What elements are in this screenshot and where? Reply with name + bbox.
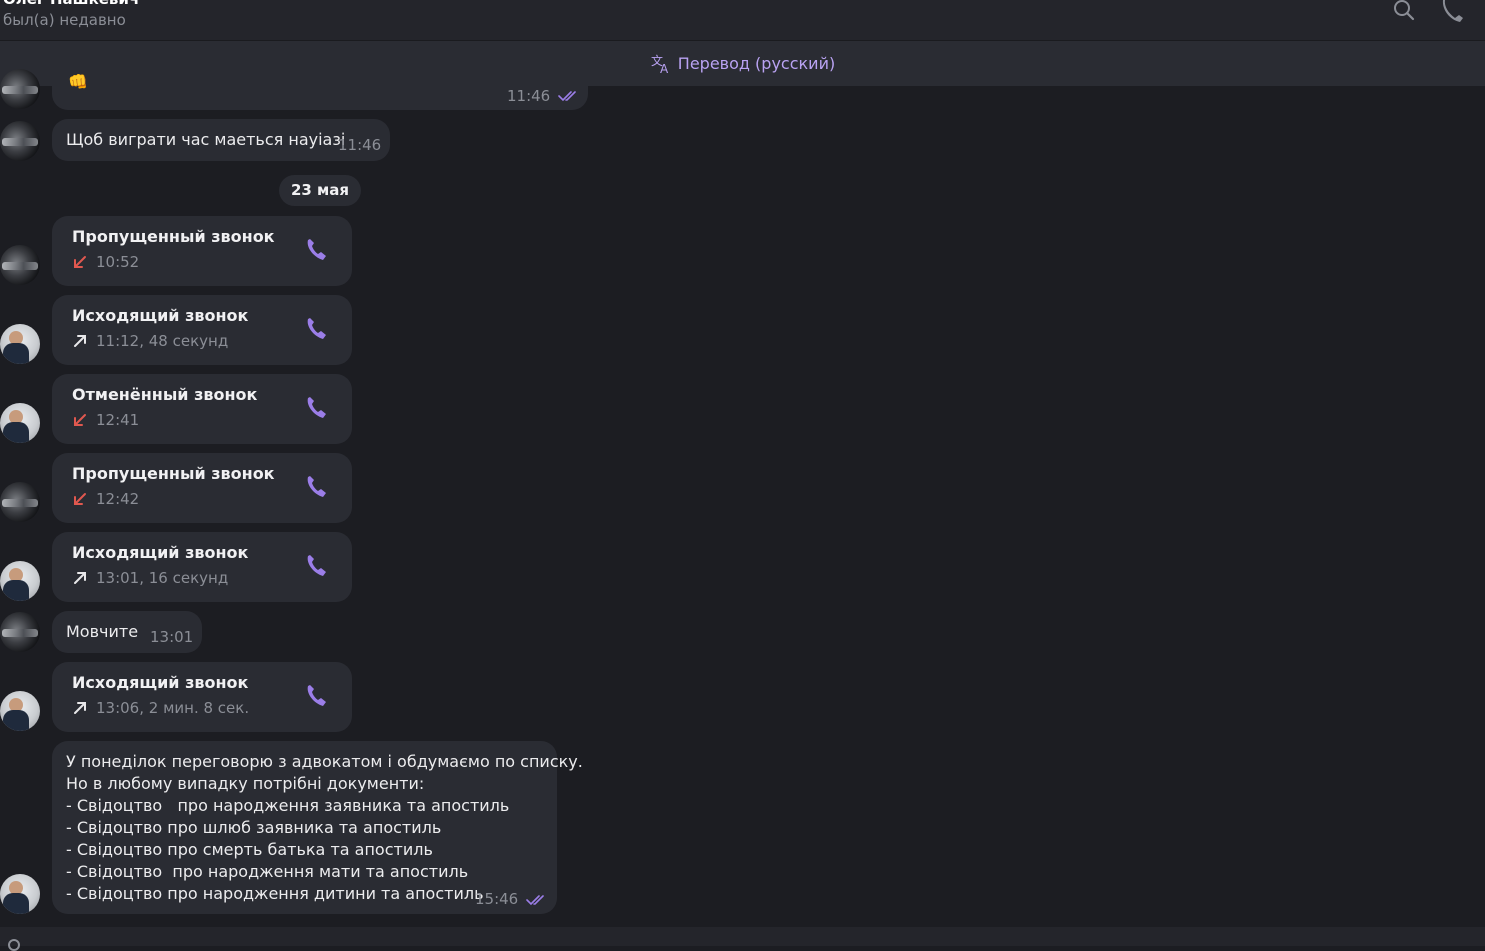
call-title: Исходящий звонок: [72, 543, 249, 562]
chat-header: Олег Пашкевич был(а) недавно: [0, 0, 1485, 41]
avatar[interactable]: [0, 874, 40, 914]
avatar[interactable]: [0, 612, 40, 652]
date-separator: 23 мая: [279, 175, 361, 206]
call-message[interactable]: Исходящий звонок 13:06, 2 мин. 8 сек.: [52, 662, 352, 732]
message-text: Мовчите: [66, 622, 139, 641]
chat-status: был(а) недавно: [3, 11, 126, 29]
call-title: Исходящий звонок: [72, 306, 249, 325]
avatar[interactable]: [0, 121, 40, 161]
outgoing-call-arrow-icon: [74, 572, 86, 584]
chat-title[interactable]: Олег Пашкевич: [3, 0, 139, 8]
call-message[interactable]: Исходящий звонок 11:12, 48 секунд: [52, 295, 352, 365]
avatar[interactable]: [0, 403, 40, 443]
phone-icon[interactable]: [303, 238, 329, 264]
phone-icon[interactable]: [1440, 0, 1468, 24]
read-checks-icon: [526, 895, 544, 906]
message-bubble[interactable]: Мовчите 13:01: [52, 611, 202, 653]
call-detail: 10:52: [96, 253, 140, 271]
call-detail: 11:12, 48 секунд: [96, 332, 229, 350]
message-text: Щоб виграти час маеться науіазі: [66, 130, 346, 149]
message-time: 11:46: [338, 136, 382, 154]
message-composer[interactable]: [0, 927, 1485, 951]
message-list[interactable]: 👊 11:46 Щоб виграти час маеться науіазі …: [0, 69, 1485, 927]
attach-icon[interactable]: [8, 939, 20, 951]
sticker-icon: 👊: [68, 72, 88, 91]
missed-call-arrow-icon: [74, 493, 86, 505]
call-detail: 13:06, 2 мин. 8 сек.: [96, 699, 250, 717]
phone-icon[interactable]: [303, 684, 329, 710]
phone-icon[interactable]: [303, 475, 329, 501]
call-message[interactable]: Отменённый звонок 12:41: [52, 374, 352, 444]
message-line: - Свідоцтво про народження заявника та а…: [66, 796, 510, 815]
message-bubble[interactable]: Щоб виграти час маеться науіазі 11:46: [52, 119, 390, 161]
message-text: У понеділок переговорю з адвокатом і обд…: [66, 751, 583, 905]
message-bubble[interactable]: У понеділок переговорю з адвокатом і обд…: [52, 741, 583, 914]
call-message[interactable]: Пропущенный звонок 10:52: [52, 216, 352, 286]
call-detail: 12:41: [96, 411, 140, 429]
message-line: У понеділок переговорю з адвокатом і обд…: [66, 752, 583, 771]
phone-icon[interactable]: [303, 317, 329, 343]
outgoing-call-arrow-icon: [74, 335, 86, 347]
message-bubble[interactable]: 👊 11:46: [52, 72, 588, 110]
phone-icon[interactable]: [303, 396, 329, 422]
search-icon[interactable]: [1390, 0, 1418, 24]
avatar[interactable]: [0, 691, 40, 731]
missed-call-arrow-icon: [74, 256, 86, 268]
avatar[interactable]: [0, 324, 40, 364]
avatar[interactable]: [0, 245, 40, 285]
call-detail: 12:42: [96, 490, 140, 508]
message-line: Но в любому випадку потрібні документи:: [66, 774, 425, 793]
avatar[interactable]: [0, 482, 40, 522]
phone-icon[interactable]: [303, 554, 329, 580]
call-title: Отменённый звонок: [72, 385, 258, 404]
translate-icon: 文 A: [651, 53, 669, 75]
missed-call-arrow-icon: [74, 414, 86, 426]
message-time: 11:46: [507, 87, 551, 105]
avatar[interactable]: [0, 561, 40, 601]
message-line: - Свідоцтво про шлюб заявника та апостил…: [66, 818, 442, 837]
call-title: Пропущенный звонок: [72, 464, 275, 483]
outgoing-call-arrow-icon: [74, 702, 86, 714]
avatar[interactable]: [0, 69, 40, 109]
call-title: Исходящий звонок: [72, 673, 249, 692]
message-line: - Свідоцтво про народження мати та апост…: [66, 862, 469, 881]
message-time: 15:46: [475, 890, 519, 908]
translate-label: Перевод (русский): [677, 54, 836, 73]
message-time: 13:01: [150, 628, 194, 646]
call-message[interactable]: Исходящий звонок 13:01, 16 секунд: [52, 532, 352, 602]
call-title: Пропущенный звонок: [72, 227, 275, 246]
message-line: - Свідоцтво про смерть батька та апостил…: [66, 840, 433, 859]
call-message[interactable]: Пропущенный звонок 12:42: [52, 453, 352, 523]
svg-text:A: A: [660, 62, 669, 75]
read-checks-icon: [558, 91, 576, 102]
call-detail: 13:01, 16 секунд: [96, 569, 229, 587]
